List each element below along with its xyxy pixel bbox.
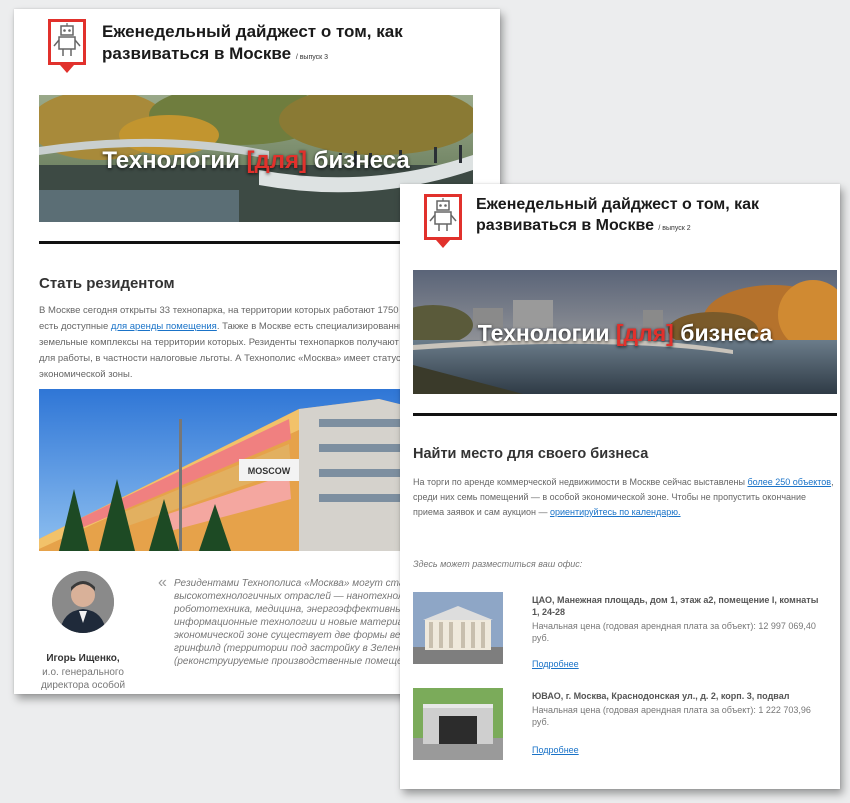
listing-price-1: Начальная цена (годовая арендная плата з… — [532, 621, 816, 643]
newsletter-title: Еженедельный дайджест о том, как развива… — [102, 21, 482, 69]
hero-banner: Технологии [для] бизнеса — [413, 270, 837, 394]
listing-address-1: ЦАО, Манежная площадь, дом 1, этаж а2, п… — [532, 595, 819, 617]
logo-tail — [436, 240, 450, 248]
title-text: Еженедельный дайджест о том, как развива… — [102, 22, 403, 63]
person-avatar — [52, 571, 114, 633]
newsletter-header: Еженедельный дайджест о том, как развива… — [14, 9, 500, 89]
banner-headline: Технологии [для] бизнеса — [102, 147, 410, 174]
person-role: и.о. генерального директора особой — [40, 667, 126, 691]
calendar-link[interactable]: ориентируйтесь по календарю. — [550, 507, 681, 517]
listing-more-link-1[interactable]: Подробнее — [532, 659, 579, 669]
quote-icon: « — [158, 574, 167, 591]
section-paragraph: На торги по аренде коммерческой недвижим… — [413, 477, 834, 517]
section-title: Стать резидентом — [39, 275, 175, 292]
issue-number: / выпуск 3 — [295, 54, 329, 61]
robot-logo-icon — [48, 19, 86, 65]
rent-premises-link[interactable]: для аренды помещения — [111, 321, 217, 332]
title-text: Еженедельный дайджест о том, как развива… — [476, 196, 760, 234]
section-title: Найти место для своего бизнеса — [413, 446, 649, 462]
robot-logo-icon — [424, 194, 462, 240]
listing-photo-1[interactable] — [413, 592, 503, 664]
newsletter-header: Еженедельный дайджест о том, как развива… — [400, 184, 840, 264]
office-intro: Здесь может разместиться ваш офис: — [413, 559, 583, 569]
listing-address-2: ЮВАО, г. Москва, Краснодонская ул., д. 2… — [532, 691, 790, 701]
logo-tail — [60, 65, 74, 73]
issue-number: / выпуск 2 — [658, 225, 691, 232]
objects-link[interactable]: более 250 объектов — [747, 477, 831, 487]
newsletter-title: Еженедельный дайджест о том, как развива… — [476, 194, 831, 239]
listing-photo-2[interactable] — [413, 688, 503, 760]
svg-text:MOSCOW: MOSCOW — [248, 466, 291, 476]
listing-price-2: Начальная цена (годовая арендная плата з… — [532, 705, 811, 727]
section-divider — [413, 413, 837, 416]
newsletter-card-issue-2[interactable]: Еженедельный дайджест о том, как развива… — [400, 184, 840, 789]
listing-more-link-2[interactable]: Подробнее — [532, 745, 579, 755]
banner-headline: Технологии [для] бизнеса — [477, 320, 773, 346]
person-name: Игорь Ищенко, — [46, 653, 120, 664]
